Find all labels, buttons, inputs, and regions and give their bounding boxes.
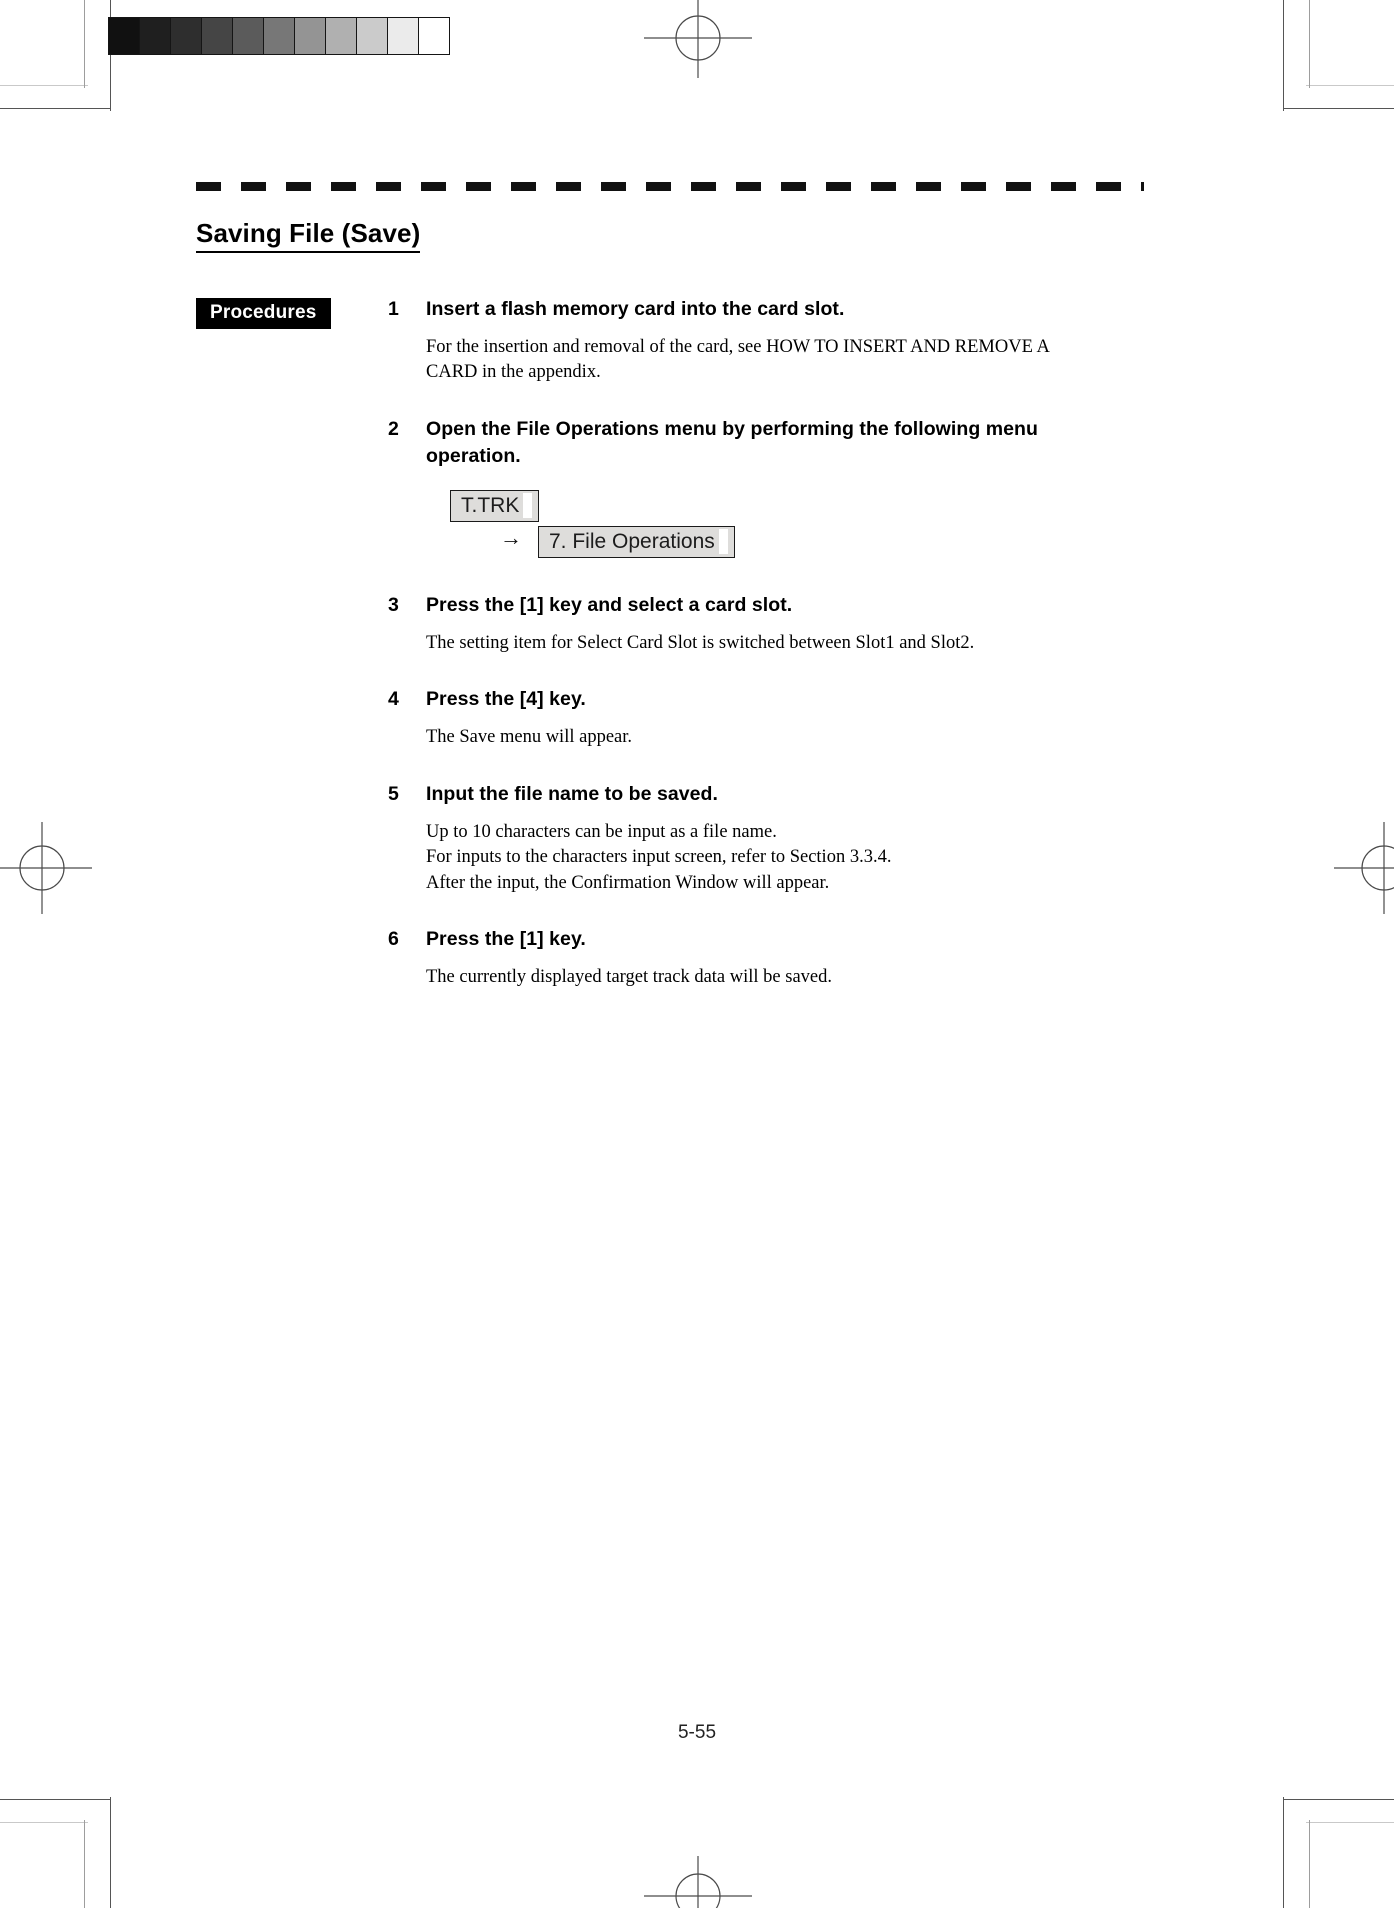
step-heading: 4 Press the [4] key.: [388, 686, 1188, 713]
step-heading: 5 Input the file name to be saved.: [388, 781, 1188, 808]
step-body-line: For inputs to the characters input scree…: [426, 847, 892, 868]
calibration-swatch: [387, 18, 418, 54]
step-heading: 6 Press the [1] key.: [388, 926, 1188, 953]
menu-key-highlight: [718, 528, 728, 554]
step-body: The currently displayed target track dat…: [426, 965, 1146, 991]
registration-mark-right-icon: [1314, 798, 1394, 943]
dashed-separator-rule: [196, 182, 1144, 191]
menu-key-file-operations-label: 7. File Operations: [549, 529, 715, 553]
procedure-step: 6 Press the [1] key. The currently displ…: [388, 926, 1188, 990]
step-body: For the insertion and removal of the car…: [426, 335, 1146, 386]
step-body-line: After the input, the Confirmation Window…: [426, 872, 830, 893]
step-body-line: For the insertion and removal of the car…: [426, 336, 1050, 357]
arrow-right-icon: →: [500, 524, 522, 550]
calibration-swatch: [109, 18, 139, 54]
crop-mark-bottom-left: [0, 1797, 111, 1908]
menu-key-ttrk-label: T.TRK: [461, 493, 520, 517]
registration-mark-bottom-icon: [628, 1826, 768, 1908]
step-title: Press the [1] key.: [426, 928, 586, 951]
procedure-step: 4 Press the [4] key. The Save menu will …: [388, 686, 1188, 750]
registration-mark-top-icon: [628, 0, 768, 113]
page-title: Saving File (Save): [196, 218, 421, 253]
procedure-step: 1 Insert a flash memory card into the ca…: [388, 296, 1188, 386]
step-heading: 1 Insert a flash memory card into the ca…: [388, 296, 1188, 323]
step-body: The Save menu will appear.: [426, 725, 1146, 751]
menu-key-highlight: [523, 492, 533, 518]
step-number: 2: [388, 417, 399, 440]
procedure-step: 5 Input the file name to be saved. Up to…: [388, 781, 1188, 896]
menu-key-ttrk[interactable]: T.TRK: [450, 489, 540, 522]
step-title: Input the file name to be saved.: [426, 782, 718, 805]
crop-mark-top-left: [0, 0, 111, 111]
calibration-swatch: [201, 18, 232, 54]
calibration-swatch: [170, 18, 201, 54]
menu-key-file-operations[interactable]: 7. File Operations: [538, 525, 735, 558]
step-title: Insert a flash memory card into the card…: [426, 298, 845, 320]
calibration-swatch: [418, 18, 449, 54]
step-number: 1: [388, 298, 399, 320]
step-body-line: The Save menu will appear.: [426, 727, 633, 748]
step-body-line: The currently displayed target track dat…: [426, 966, 832, 987]
calibration-swatch: [139, 18, 170, 54]
step-number: 4: [388, 688, 399, 711]
grayscale-calibration-strip: [108, 17, 450, 55]
step-body-line: The setting item for Select Card Slot is…: [426, 632, 975, 653]
step-title: Open the File Operations menu by perform…: [426, 417, 1038, 467]
calibration-swatch: [263, 18, 294, 54]
menu-operation-path: T.TRK → 7. File Operations: [426, 489, 1188, 568]
step-body-line: CARD in the appendix.: [426, 362, 601, 383]
registration-mark-left-icon: [0, 798, 112, 943]
scanned-manual-page: Saving File (Save) Procedures 1 Insert a…: [0, 0, 1394, 1908]
page-number: 5-55: [677, 1722, 717, 1743]
step-heading: 3 Press the [1] key and select a card sl…: [388, 592, 1188, 619]
procedures-badge: Procedures: [196, 298, 331, 329]
crop-mark-bottom-right: [1283, 1797, 1394, 1908]
procedure-step: 3 Press the [1] key and select a card sl…: [388, 592, 1188, 656]
crop-mark-top-right: [1283, 0, 1394, 111]
procedure-steps-list: 1 Insert a flash memory card into the ca…: [388, 296, 1188, 992]
step-title: Press the [1] key and select a card slot…: [426, 593, 793, 616]
step-body-line: Up to 10 characters can be input as a fi…: [426, 821, 777, 842]
step-heading: 2 Open the File Operations menu by perfo…: [388, 416, 1188, 470]
step-number: 6: [388, 928, 399, 951]
calibration-swatch: [356, 18, 387, 54]
step-number: 5: [388, 782, 399, 805]
procedure-step: 2 Open the File Operations menu by perfo…: [388, 416, 1188, 568]
step-body: Up to 10 characters can be input as a fi…: [426, 820, 1146, 897]
calibration-swatch: [294, 18, 325, 54]
step-number: 3: [388, 593, 399, 616]
step-title: Press the [4] key.: [426, 688, 586, 711]
calibration-swatch: [232, 18, 263, 54]
calibration-swatch: [325, 18, 356, 54]
step-body: The setting item for Select Card Slot is…: [426, 631, 1146, 657]
